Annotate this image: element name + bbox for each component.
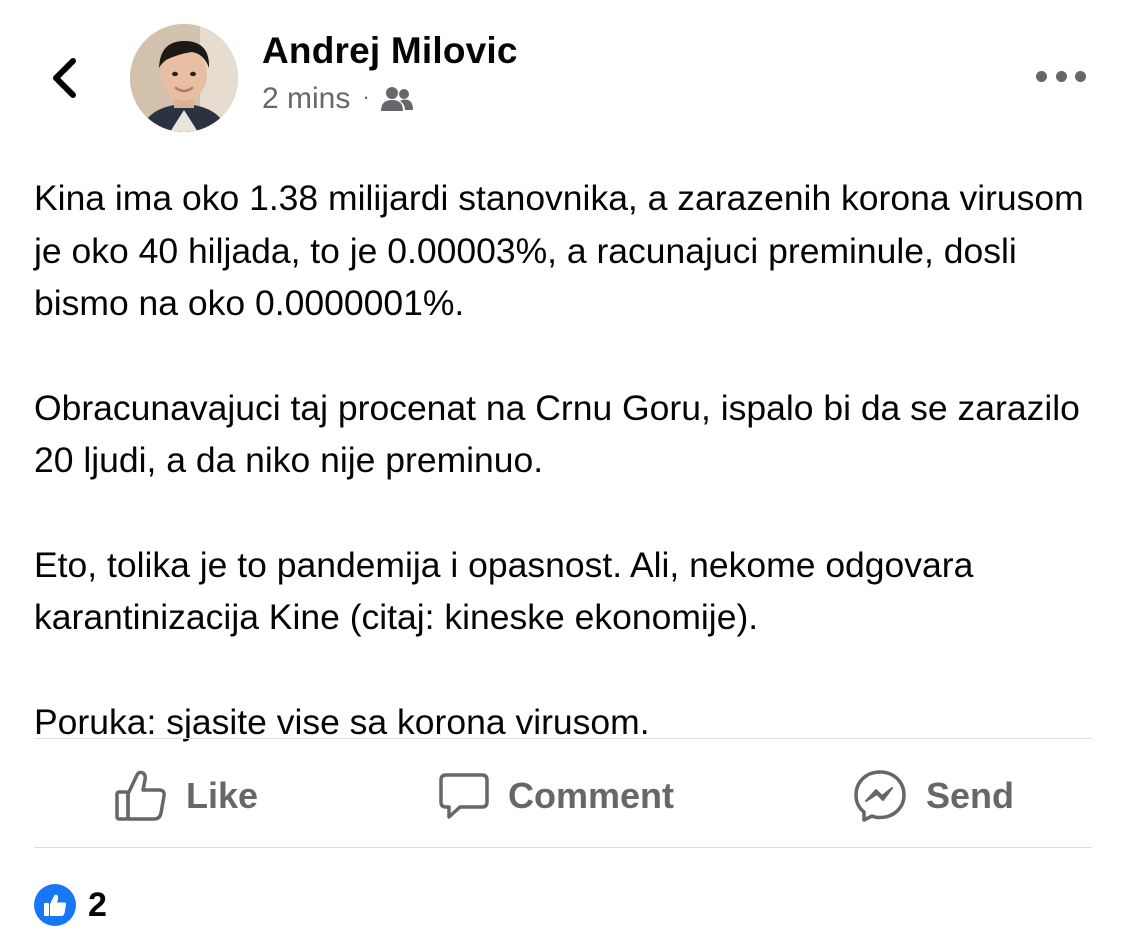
avatar[interactable] (130, 24, 238, 132)
send-button[interactable]: Send (852, 766, 1014, 826)
more-horizontal-icon-dot (1055, 70, 1067, 82)
profile-photo (130, 24, 238, 132)
post-text: Kina ima oko 1.38 milijardi stanovnika, … (34, 172, 1094, 748)
divider (34, 847, 1092, 848)
divider (34, 738, 1092, 739)
reactions-summary[interactable]: 2 (34, 884, 107, 926)
post-paragraph: Poruka: sjasite vise sa korona virusom. (34, 701, 650, 742)
more-horizontal-icon-dot (1075, 70, 1086, 82)
meta-separator: · (362, 84, 370, 109)
post-paragraph: Kina ima oko 1.38 milijardi stanovnika, … (34, 178, 1084, 323)
reaction-count: 2 (88, 885, 107, 924)
comment-icon (438, 771, 490, 821)
post-paragraph: Obracunavajuci taj procenat na Crnu Goru… (34, 387, 1080, 481)
like-reaction-icon (34, 884, 76, 926)
messenger-icon (852, 768, 908, 824)
like-button[interactable]: Like (114, 766, 258, 826)
timestamp[interactable]: 2 mins (262, 82, 350, 116)
back-button[interactable] (44, 56, 84, 100)
send-label: Send (926, 775, 1015, 816)
post-paragraph: Eto, tolika je to pandemija i opasnost. … (34, 544, 974, 638)
author-name[interactable]: Andrej Milovic (262, 30, 518, 72)
like-label: Like (186, 775, 259, 816)
comment-button[interactable]: Comment (438, 766, 674, 826)
more-options-button[interactable] (1036, 64, 1086, 88)
more-horizontal-icon-dot (1036, 70, 1047, 82)
like-icon (114, 769, 168, 823)
chevron-left-icon (53, 58, 76, 98)
friends-icon[interactable] (380, 86, 414, 112)
comment-label: Comment (508, 775, 675, 816)
post-screen: Andrej Milovic 2 mins · Kina ima oko 1.3… (0, 0, 1125, 937)
post-meta: 2 mins · (262, 82, 414, 116)
